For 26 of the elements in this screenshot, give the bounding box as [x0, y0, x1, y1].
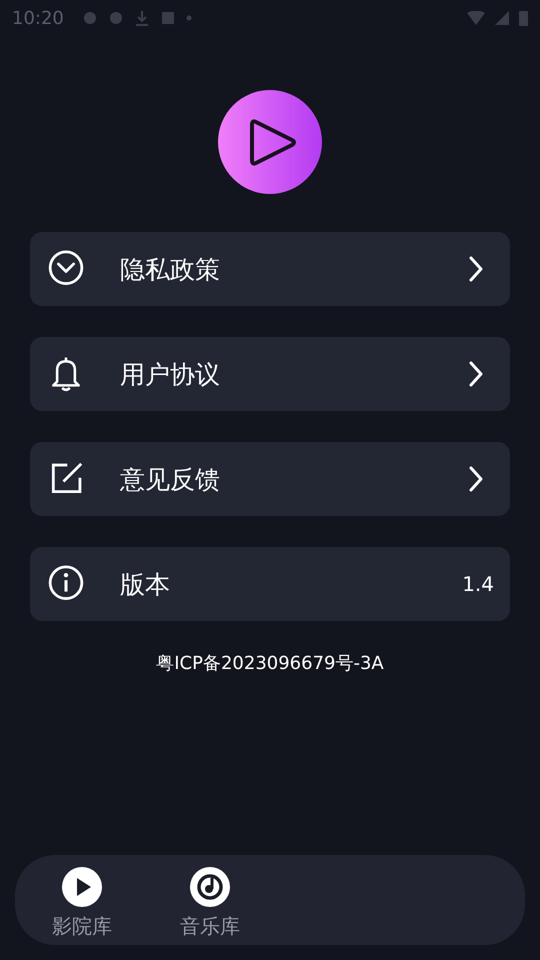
battery-icon: [519, 10, 528, 26]
menu-item[interactable]: 版本 1.4: [30, 547, 510, 621]
wifi-icon: [467, 11, 485, 25]
chevron-right-icon: [468, 465, 484, 493]
play-icon: [62, 867, 102, 907]
menu-label: 隐私政策: [120, 254, 221, 286]
nav-tab[interactable]: 影院库: [41, 855, 123, 940]
menu-label: 用户协议: [120, 358, 221, 390]
version-number: 1.4: [462, 572, 494, 596]
nav-tab[interactable]: 音乐库: [169, 855, 251, 940]
info-icon: [48, 565, 84, 603]
menu-item[interactable]: 用户协议: [30, 337, 510, 411]
menu-item[interactable]: 隐私政策: [30, 232, 510, 306]
menu-label: 版本: [120, 568, 171, 600]
status-time: 10:20: [12, 8, 64, 28]
dot-icon: [186, 15, 192, 21]
menu-item[interactable]: 意见反馈: [30, 442, 510, 516]
chevron-circle-icon: [48, 250, 84, 288]
signal-icon: [495, 11, 509, 25]
menu-label: 意见反馈: [120, 464, 221, 496]
download-icon: [134, 10, 150, 26]
play-logo-icon: [218, 90, 322, 194]
music-disc-icon: [190, 867, 230, 907]
chevron-right-icon: [468, 360, 484, 388]
icp-number: 粤ICP备2023096679号-3A: [156, 652, 384, 675]
chevron-right-icon: [468, 255, 484, 283]
